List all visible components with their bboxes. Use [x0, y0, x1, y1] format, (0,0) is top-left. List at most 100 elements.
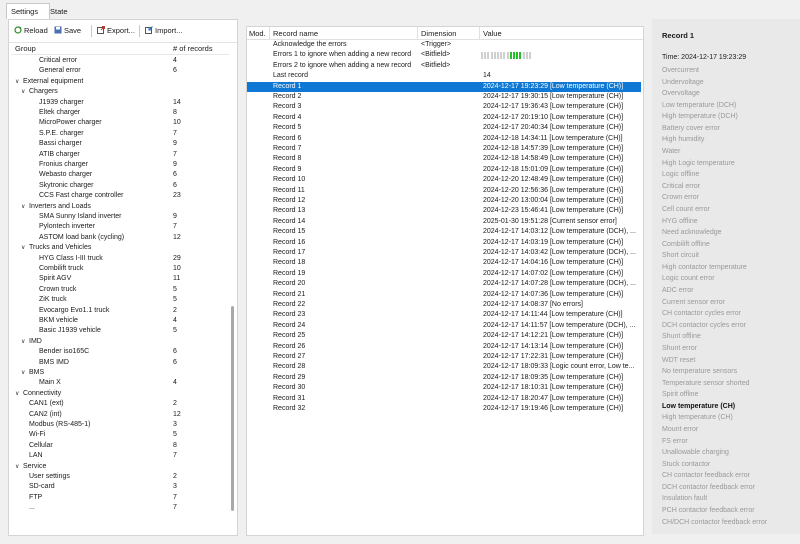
record-row[interactable]: Record 2 2024-12-17 19:30:15 [Low tempera…: [247, 92, 641, 103]
record-row[interactable]: Record 18 2024-12-17 14:04:16 [Low temper…: [247, 258, 641, 269]
tree-item[interactable]: Combilift truck 10: [11, 264, 229, 275]
column-header-dimension[interactable]: Dimension: [421, 29, 456, 38]
tree-item[interactable]: Webasto charger 6: [11, 170, 229, 181]
tree-item[interactable]: ATIB charger 7: [11, 150, 229, 161]
save-button[interactable]: Save: [54, 25, 81, 37]
record-row[interactable]: Record 10 2024-12-20 12:48:49 [Low temper…: [247, 175, 641, 186]
tree-item[interactable]: Skytronic charger 6: [11, 181, 229, 192]
record-row[interactable]: Record 27 2024-12-17 17:22:31 [Low temper…: [247, 352, 641, 363]
record-row[interactable]: Record 30 2024-12-17 18:10:31 [Low temper…: [247, 383, 641, 394]
tree-item[interactable]: MicroPower charger 10: [11, 118, 229, 129]
tree-scrollbar[interactable]: [231, 306, 234, 511]
tree-item[interactable]: SD-card 3: [11, 482, 229, 493]
tree-item[interactable]: Evocargo Evo1.1 truck 2: [11, 306, 229, 317]
record-row[interactable]: Record 5 2024-12-17 20:40:34 [Low tempera…: [247, 123, 641, 134]
record-row[interactable]: Record 6 2024-12-18 14:34:11 [Low tempera…: [247, 134, 641, 145]
record-row[interactable]: Acknowledge the errors <Trigger>: [247, 40, 641, 51]
tree-item[interactable]: Modbus (RS-485-1) 3: [11, 420, 229, 431]
record-row[interactable]: Record 16 2024-12-17 14:03:19 [Low temper…: [247, 238, 641, 249]
record-row[interactable]: Record 25 2024-12-17 14:12:21 [Low temper…: [247, 331, 641, 342]
column-header-count[interactable]: # of records: [173, 44, 213, 53]
expand-chevron-icon[interactable]: ∨: [15, 77, 19, 88]
tree-item[interactable]: S.P.E. charger 7: [11, 129, 229, 140]
tree-item[interactable]: ∨ External equipment: [11, 77, 229, 88]
tree-item[interactable]: ∨ Chargers: [11, 87, 229, 98]
record-row[interactable]: Record 19 2024-12-17 14:07:02 [Low temper…: [247, 269, 641, 280]
tree-item[interactable]: General error 6: [11, 66, 229, 77]
record-row[interactable]: Record 3 2024-12-17 19:36:43 [Low tempera…: [247, 102, 641, 113]
tree-item[interactable]: J1939 charger 14: [11, 98, 229, 109]
tree-item[interactable]: ∨ Connectivity: [11, 389, 229, 400]
tree-item[interactable]: ... 7: [11, 503, 229, 514]
record-row[interactable]: Record 32 2024-12-17 19:19:46 [Low temper…: [247, 404, 641, 415]
expand-chevron-icon[interactable]: ∨: [21, 337, 25, 348]
record-row[interactable]: Record 26 2024-12-17 14:13:14 [Low temper…: [247, 342, 641, 353]
record-row[interactable]: Last record 14: [247, 71, 641, 82]
tree-item[interactable]: CAN2 (int) 12: [11, 410, 229, 421]
tree-item[interactable]: FTP 7: [11, 493, 229, 504]
tree-item[interactable]: Spirit AGV 11: [11, 274, 229, 285]
record-row[interactable]: Record 31 2024-12-17 18:20:47 [Low temper…: [247, 394, 641, 405]
tree-item[interactable]: ∨ Trucks and Vehicles: [11, 243, 229, 254]
tree-item[interactable]: Crown truck 5: [11, 285, 229, 296]
tree-item[interactable]: ZiK truck 5: [11, 295, 229, 306]
column-header-mod[interactable]: Mod.: [249, 29, 266, 38]
tree-item[interactable]: ASTOM load bank (cycling) 12: [11, 233, 229, 244]
tree-item[interactable]: HYG Class I-III truck 29: [11, 254, 229, 265]
expand-chevron-icon[interactable]: ∨: [21, 87, 25, 98]
tree-item[interactable]: LAN 7: [11, 451, 229, 462]
tree-item[interactable]: SMA Sunny Island inverter 9: [11, 212, 229, 223]
record-row[interactable]: Record 23 2024-12-17 14:11:44 [Low temper…: [247, 310, 641, 321]
record-row[interactable]: Record 17 2024-12-17 14:03:42 [Low temper…: [247, 248, 641, 259]
reload-button[interactable]: Reload: [14, 25, 48, 37]
record-row[interactable]: Record 22 2024-12-17 14:08:37 [No errors]: [247, 300, 641, 311]
column-header-record-name[interactable]: Record name: [273, 29, 318, 38]
tree-item[interactable]: Fronius charger 9: [11, 160, 229, 171]
tree-item[interactable]: Bassi charger 9: [11, 139, 229, 150]
record-row[interactable]: Record 21 2024-12-17 14:07:36 [Low temper…: [247, 290, 641, 301]
import-button[interactable]: Import...: [145, 25, 183, 37]
column-header-group[interactable]: Group: [15, 44, 36, 53]
tree-item[interactable]: Main X 4: [11, 378, 229, 389]
tab-state[interactable]: State: [46, 4, 80, 19]
record-row[interactable]: Record 7 2024-12-18 14:57:39 [Low tempera…: [247, 144, 641, 155]
tree-item[interactable]: Cellular 8: [11, 441, 229, 452]
record-row[interactable]: Errors 2 to ignore when adding a new rec…: [247, 61, 641, 72]
record-row[interactable]: Errors 1 to ignore when adding a new rec…: [247, 50, 641, 61]
tree-item[interactable]: ∨ Inverters and Loads: [11, 202, 229, 213]
record-row[interactable]: Record 20 2024-12-17 14:07:28 [Low temper…: [247, 279, 641, 290]
record-row[interactable]: Record 8 2024-12-18 14:58:49 [Low tempera…: [247, 154, 641, 165]
record-row[interactable]: Record 12 2024-12-20 13:00:04 [Low temper…: [247, 196, 641, 207]
record-row[interactable]: Record 24 2024-12-17 14:11:57 [Low temper…: [247, 321, 641, 332]
tree-item[interactable]: Pylontech inverter 7: [11, 222, 229, 233]
record-row[interactable]: Record 4 2024-12-17 20:19:10 [Low tempera…: [247, 113, 641, 124]
record-row[interactable]: Record 28 2024-12-17 18:09:33 [Logic coun…: [247, 362, 641, 373]
expand-chevron-icon[interactable]: ∨: [15, 389, 19, 400]
tree-item[interactable]: Wi-Fi 5: [11, 430, 229, 441]
tree-item[interactable]: Eltek charger 8: [11, 108, 229, 119]
tree-item[interactable]: User settings 2: [11, 472, 229, 483]
tree-item[interactable]: BMS IMD 6: [11, 358, 229, 369]
tree-item[interactable]: CAN1 (ext) 2: [11, 399, 229, 410]
tree-item[interactable]: ∨ BMS: [11, 368, 229, 379]
expand-chevron-icon[interactable]: ∨: [21, 202, 25, 213]
export-button[interactable]: Export...: [97, 25, 135, 37]
expand-chevron-icon[interactable]: ∨: [21, 368, 25, 379]
expand-chevron-icon[interactable]: ∨: [21, 243, 25, 254]
record-row[interactable]: Record 13 2024-12-23 15:46:41 [Low temper…: [247, 206, 641, 217]
tree-item[interactable]: Bender iso165C 6: [11, 347, 229, 358]
tab-settings[interactable]: Settings: [6, 3, 50, 19]
record-row-selected[interactable]: Record 1 2024-12-17 19:23:29 [Low tempera…: [247, 81, 641, 93]
tree-item[interactable]: ∨ Service: [11, 462, 229, 473]
record-row[interactable]: Record 9 2024-12-18 15:01:09 [Low tempera…: [247, 165, 641, 176]
record-row[interactable]: Record 11 2024-12-20 12:56:36 [Low temper…: [247, 186, 641, 197]
tree-item[interactable]: Critical error 4: [11, 56, 229, 67]
record-row[interactable]: Record 29 2024-12-17 18:09:35 [Low temper…: [247, 373, 641, 384]
record-row[interactable]: Record 14 2025-01-30 19:51:28 [Current se…: [247, 217, 641, 228]
expand-chevron-icon[interactable]: ∨: [15, 462, 19, 473]
record-row[interactable]: Record 15 2024-12-17 14:03:12 [Low temper…: [247, 227, 641, 238]
tree-item[interactable]: ∨ IMD: [11, 337, 229, 348]
tree-item[interactable]: CCS Fast charge controller 23: [11, 191, 229, 202]
column-header-value[interactable]: Value: [483, 29, 502, 38]
tree-item[interactable]: Basic J1939 vehicle 5: [11, 326, 229, 337]
